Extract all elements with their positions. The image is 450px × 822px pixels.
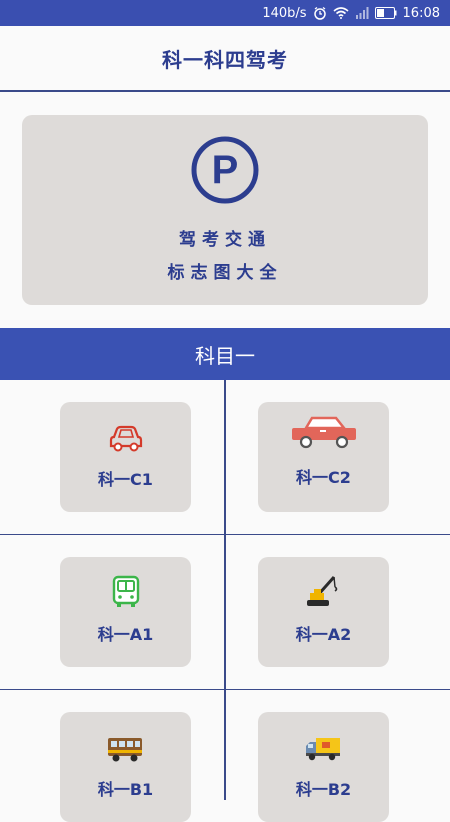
clock-time: 16:08 [402,5,440,21]
wifi-icon [333,7,349,19]
banner-line2: 标志图大全 [167,263,283,283]
signal-icon [355,7,369,19]
delivery-truck-icon [304,718,344,764]
sedan-car-icon [290,406,358,452]
license-grid: 科一C1 科一C2 科一A1 科一A2 科一B1 科一B2 [0,380,450,822]
card-a1[interactable]: 科一A1 [60,557,191,667]
parking-sign-icon: P [190,135,260,209]
card-label: 科一A2 [295,625,352,644]
traffic-signs-banner[interactable]: P 驾考交通 标志图大全 [22,115,428,305]
section-header: 科目一 [0,328,450,380]
network-speed: 140b/s [262,5,307,21]
section-title: 科目一 [195,343,255,368]
card-b1[interactable]: 科一B1 [60,712,191,822]
crane-truck-icon [304,563,344,609]
card-c1[interactable]: 科一C1 [60,402,191,512]
page-title: 科一科四驾考 [162,47,288,72]
svg-text:P: P [212,148,239,192]
banner-line1: 驾考交通 [179,230,271,250]
card-label: 科一B2 [295,780,352,799]
card-label: 科一C1 [98,470,153,489]
large-truck-icon [106,718,146,764]
grid-divider-horizontal [0,534,450,535]
grid-divider-horizontal [0,689,450,690]
card-label: 科一C2 [296,468,351,487]
grid-divider-vertical [224,380,226,800]
battery-icon [374,7,397,19]
card-a2[interactable]: 科一A2 [258,557,389,667]
small-car-icon [107,408,145,454]
card-label: 科一A1 [97,625,154,644]
alarm-icon [313,6,327,20]
status-bar: 140b/s 16:08 [0,0,450,26]
card-b2[interactable]: 科一B2 [258,712,389,822]
bus-icon [111,563,141,609]
card-c2[interactable]: 科一C2 [258,402,389,512]
app-header: 科一科四驾考 [0,26,450,92]
card-label: 科一B1 [97,780,154,799]
